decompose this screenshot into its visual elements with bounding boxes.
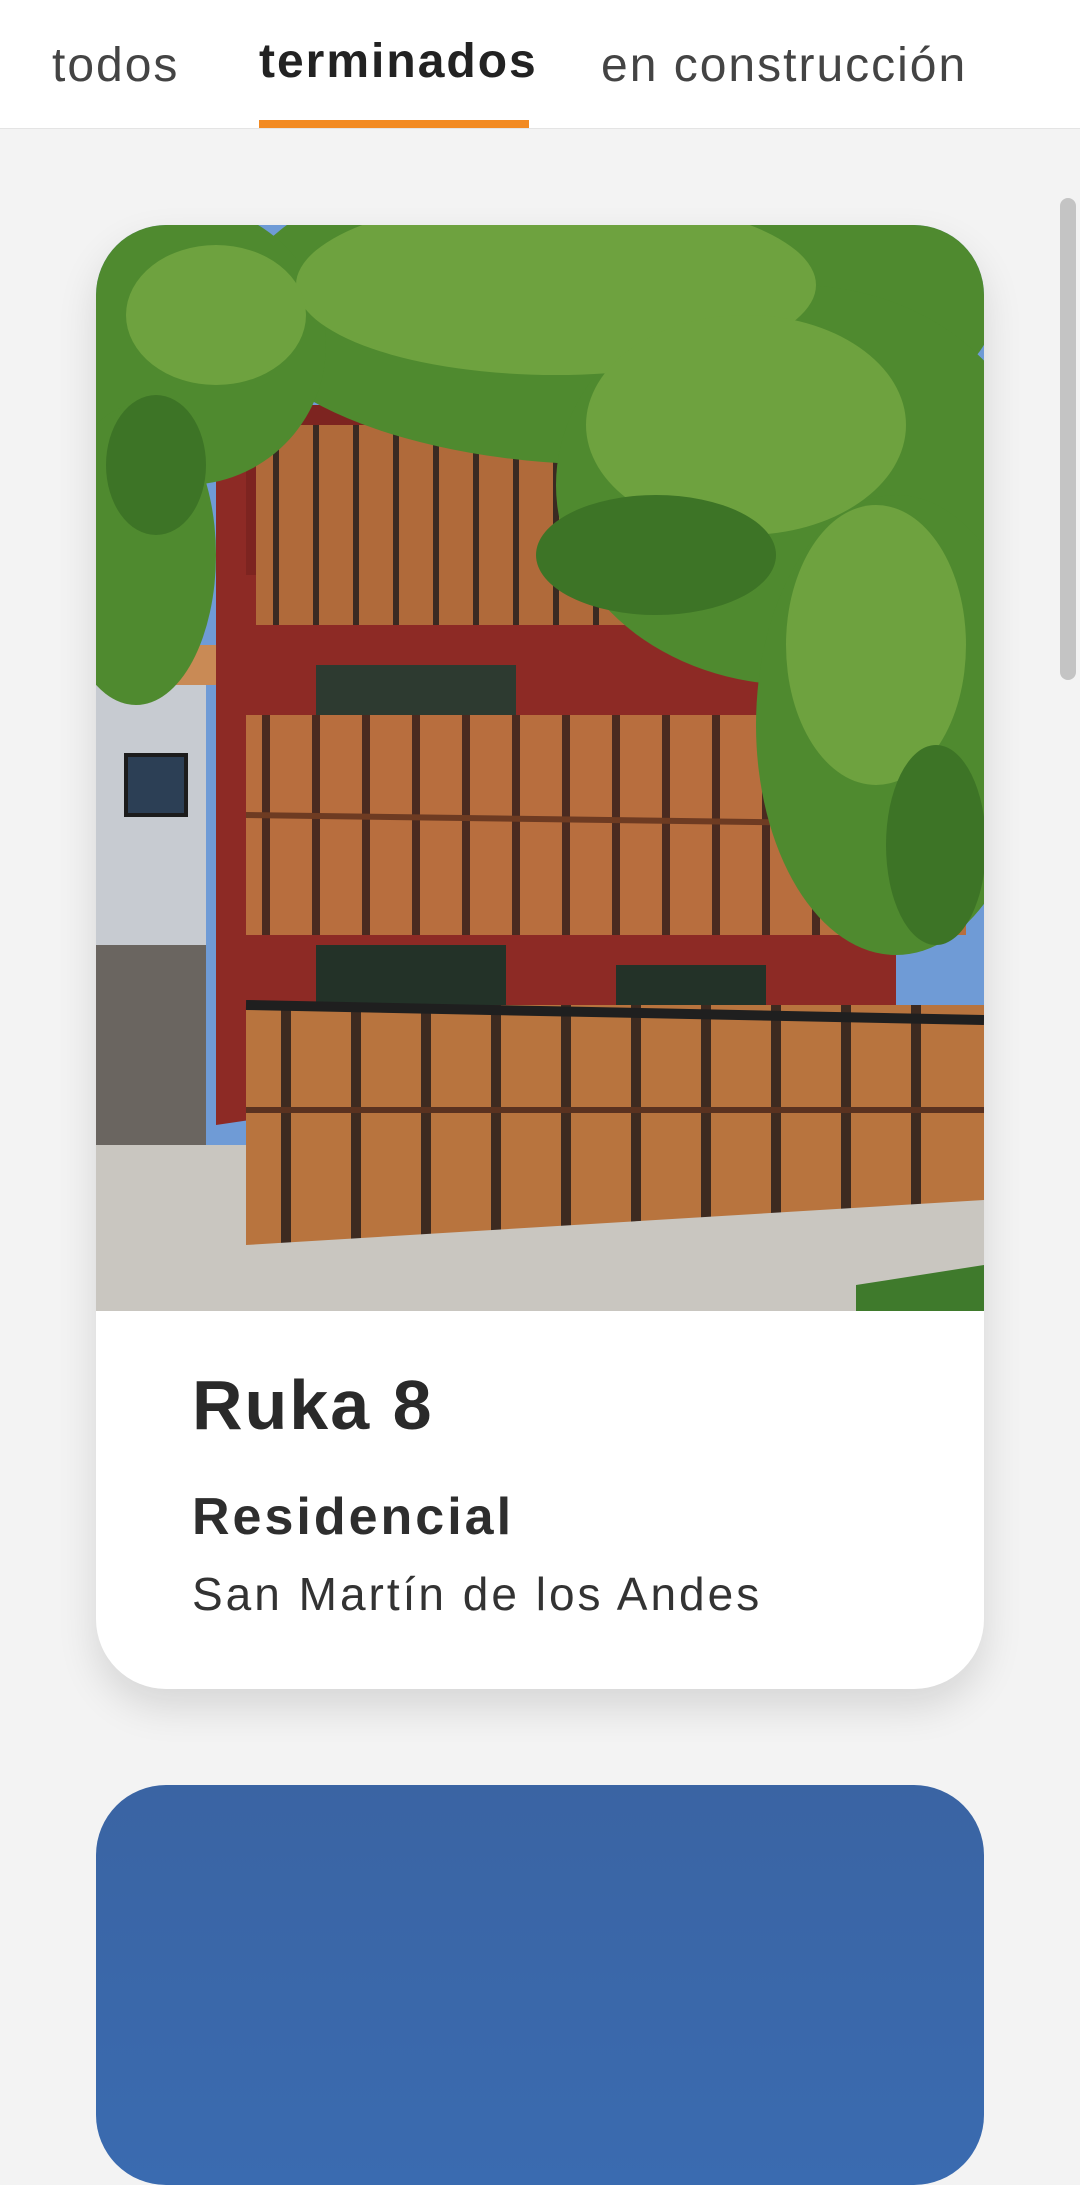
tab-terminados[interactable]: terminados	[259, 34, 538, 134]
active-tab-indicator	[259, 120, 529, 128]
project-card-next[interactable]	[96, 1785, 984, 2185]
project-location: San Martín de los Andes	[192, 1568, 763, 1620]
project-title: Ruka 8	[192, 1366, 434, 1444]
tab-todos[interactable]: todos	[52, 38, 179, 138]
tab-bar: todos terminados en construcción	[0, 0, 1080, 129]
project-type: Residencial	[192, 1488, 515, 1546]
tab-en-construccion[interactable]: en construcción	[601, 38, 967, 138]
scrollbar[interactable]	[1060, 128, 1080, 1920]
project-photo	[96, 225, 984, 1311]
scrollbar-thumb[interactable]	[1060, 198, 1076, 680]
project-card[interactable]: Ruka 8 Residencial San Martín de los And…	[96, 225, 984, 1689]
